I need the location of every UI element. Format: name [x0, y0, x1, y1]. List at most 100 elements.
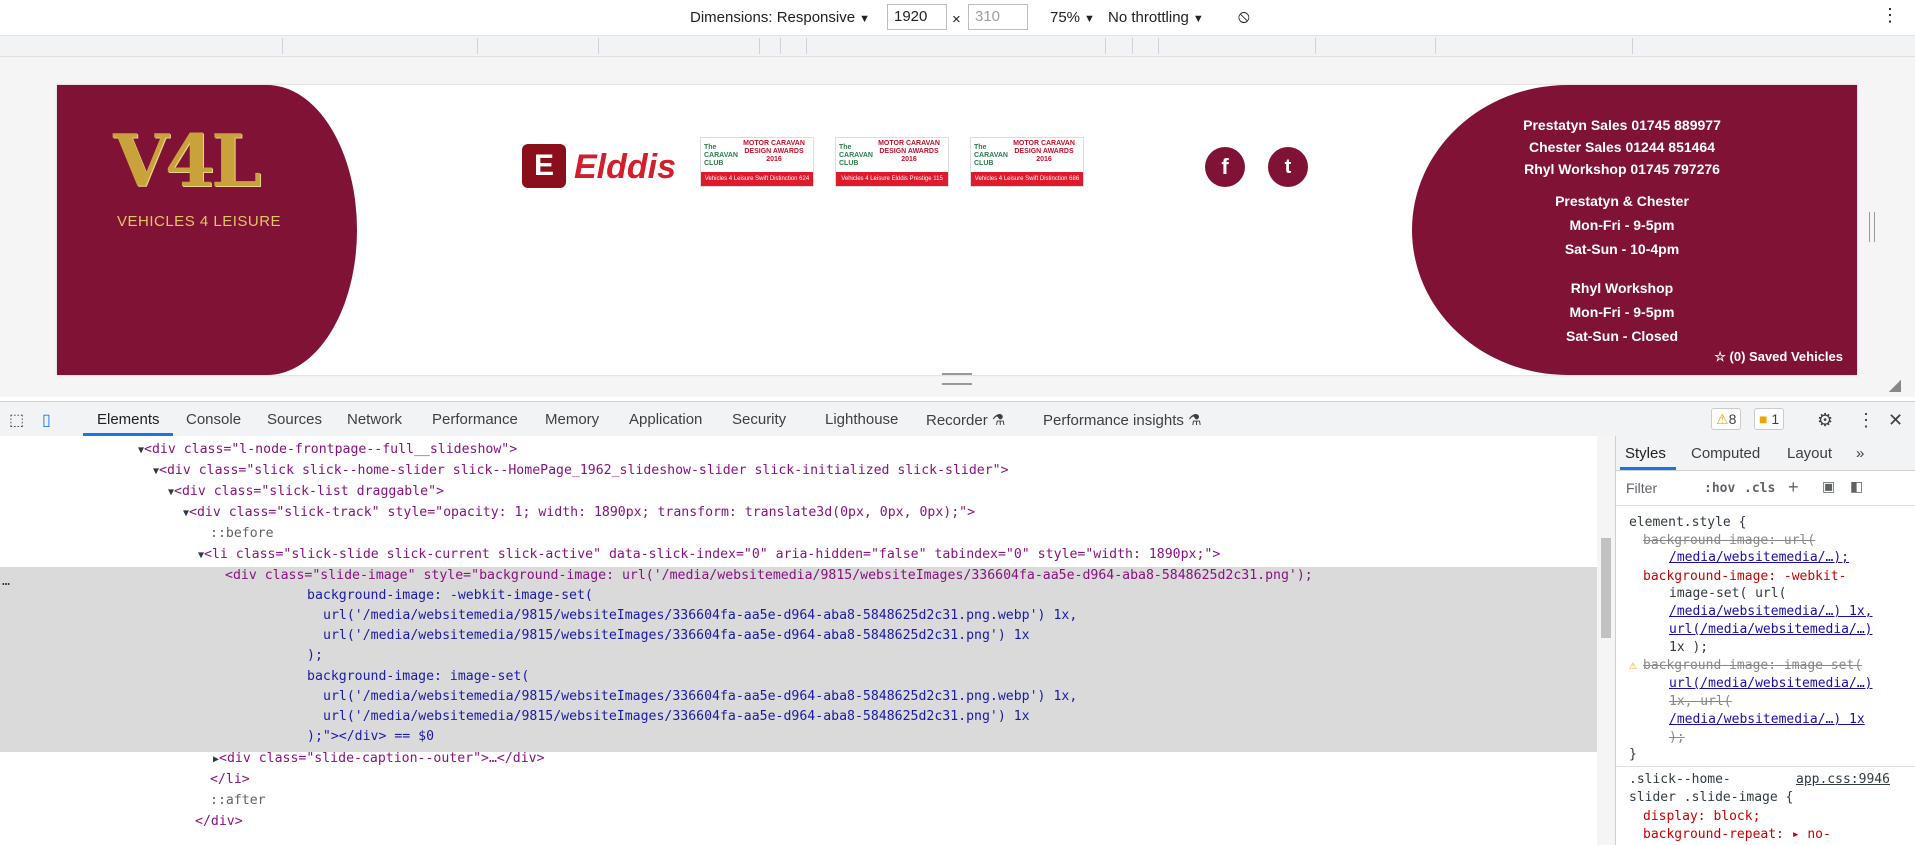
zoom-label: 75% — [1050, 9, 1081, 26]
tab-memory[interactable]: Memory — [545, 411, 599, 428]
facebook-icon[interactable]: f — [1205, 147, 1245, 187]
style-prop[interactable]: background-image: -webkit- — [1643, 568, 1847, 586]
style-rules: element.style { background-image: url( /… — [1616, 506, 1915, 845]
more-options-icon[interactable]: ⋮ — [1881, 6, 1899, 24]
award-club: The CARAVAN CLUB — [974, 144, 1008, 167]
tab-network[interactable]: Network — [347, 411, 402, 428]
dom-node-close[interactable]: </li> — [210, 770, 250, 790]
dom-node[interactable]: ▼<div class="slick-track" style="opacity… — [183, 503, 975, 524]
dom-node[interactable]: ▼<div class="l-node-frontpage--full__sli… — [138, 440, 517, 461]
corner-resize-icon[interactable]: ◢ — [1889, 375, 1901, 395]
source-link[interactable]: app.css:9946 — [1796, 771, 1890, 789]
devtools-tabbar: ⬚ ▯ Elements Console Sources Network Per… — [0, 401, 1915, 437]
hours-line: Mon-Fri - 9-5pm — [1569, 304, 1675, 320]
close-icon[interactable]: ✕ — [1888, 410, 1903, 431]
ellipsis-icon[interactable]: … — [2, 572, 10, 592]
style-value: image-set( url( — [1669, 586, 1787, 601]
dom-node[interactable]: ▶<div class="slide-caption--outer">…</di… — [213, 749, 545, 770]
styles-tabbar: Styles Computed Layout » — [1616, 436, 1915, 471]
issues-badge[interactable]: ■ 1 — [1754, 408, 1785, 430]
viewport-resize-handle[interactable] — [1869, 212, 1875, 242]
style-link[interactable]: /media/websitemedia/…) 1x, — [1669, 603, 1873, 621]
media-query-ruler[interactable] — [0, 36, 1915, 57]
contact-info: Prestatyn Sales 01745 889977 Chester Sal… — [1412, 85, 1857, 375]
paint-icon[interactable]: ▣ — [1822, 478, 1835, 495]
tab-recorder[interactable]: Recorder ⚗ — [926, 411, 1005, 429]
award-club: The CARAVAN CLUB — [704, 144, 738, 167]
dimensions-dropdown[interactable]: Dimensions: Responsive ▼ — [690, 9, 870, 26]
bottom-resize-handle[interactable] — [942, 373, 972, 385]
dom-node-text: <div class="slick slick--home-slider sli… — [159, 463, 1009, 478]
twitter-icon[interactable]: t — [1268, 147, 1308, 187]
saved-vehicles-label: (0) Saved Vehicles — [1729, 349, 1843, 364]
chevron-down-icon: ▼ — [1192, 13, 1204, 25]
dom-node-text: <div class="slick-list draggable"> — [174, 484, 444, 499]
device-viewport: V4L VEHICLES 4 LEISURE E Elddis The CARA… — [0, 57, 1915, 397]
logo-tagline: VEHICLES 4 LEISURE — [117, 213, 282, 230]
tab-layout[interactable]: Layout — [1787, 445, 1832, 462]
contact-line: Prestatyn Sales 01745 889977 — [1523, 117, 1721, 133]
v4l-logo[interactable]: V4L — [113, 125, 262, 197]
hours-line: Sat-Sun - 10-4pm — [1564, 241, 1680, 257]
elddis-wordmark: Elddis — [574, 148, 677, 186]
tab-elements[interactable]: Elements — [97, 411, 160, 428]
dom-node-close[interactable]: </div> — [195, 812, 243, 832]
filter-input[interactable]: Filter — [1626, 480, 1657, 496]
tab-application[interactable]: Application — [629, 411, 702, 428]
dom-node[interactable]: ▼<div class="slick-list draggable"> — [168, 482, 444, 503]
gear-icon[interactable]: ⚙ — [1817, 410, 1833, 431]
style-prop[interactable]: background-repeat: ▸ no- — [1643, 826, 1831, 844]
style-link[interactable]: url(/media/websitemedia/…) — [1669, 621, 1873, 639]
style-link[interactable]: url(/media/websitemedia/…) — [1669, 675, 1873, 693]
throttling-dropdown[interactable]: No throttling ▼ — [1108, 9, 1204, 26]
elements-scrollbar[interactable] — [1597, 436, 1615, 845]
width-input[interactable]: 1920 — [887, 4, 947, 30]
throttling-label: No throttling — [1108, 9, 1189, 26]
style-prop[interactable]: background-image: url( — [1643, 532, 1815, 550]
hours-line: Mon-Fri - 9-5pm — [1569, 217, 1675, 233]
pseudo-before[interactable]: ::before — [210, 524, 274, 544]
toggle-sidebar-icon[interactable]: ◧ — [1850, 478, 1863, 495]
zoom-dropdown[interactable]: 75% ▼ — [1050, 9, 1095, 26]
award-bar: Vehicles 4 Leisure Elddis Prestige 115 — [836, 172, 948, 186]
award-club: The CARAVAN CLUB — [839, 144, 873, 167]
device-toggle-icon[interactable]: ▯ — [42, 410, 51, 430]
tab-performance[interactable]: Performance — [432, 411, 518, 428]
tab-styles[interactable]: Styles — [1625, 445, 1666, 462]
flask-icon: ⚗ — [1188, 412, 1202, 429]
elddis-logo[interactable]: E Elddis — [522, 140, 692, 190]
height-input[interactable]: 310 — [968, 4, 1028, 30]
style-prop[interactable]: display: block; — [1643, 808, 1760, 826]
pseudo-after[interactable]: ::after — [210, 791, 266, 811]
tab-security[interactable]: Security — [732, 411, 786, 428]
style-prop[interactable]: background-image: image-set( — [1643, 657, 1862, 675]
selected-dom-node[interactable]: <div class="slide-image" style="backgrou… — [225, 566, 1313, 586]
style-link[interactable]: /media/websitemedia/…) 1x — [1669, 711, 1865, 729]
dom-node[interactable]: ▼<li class="slick-slide slick-current sl… — [198, 545, 1220, 566]
tab-lighthouse[interactable]: Lighthouse — [825, 411, 898, 428]
rule-close: } — [1629, 747, 1637, 762]
dimensions-label: Dimensions: Responsive — [690, 9, 856, 26]
rotate-icon[interactable]: ⦸ — [1238, 6, 1250, 27]
tab-computed[interactable]: Computed — [1691, 445, 1760, 462]
tab-performance-insights[interactable]: Performance insights ⚗ — [1043, 411, 1202, 429]
warning-icon: ⚠ — [1629, 658, 1637, 673]
dom-node[interactable]: ▼<div class="slick slick--home-slider sl… — [153, 461, 1009, 482]
hov-button[interactable]: :hov — [1704, 481, 1735, 496]
inspect-element-icon[interactable]: ⬚ — [9, 410, 24, 430]
saved-vehicles-link[interactable]: ☆ (0) Saved Vehicles — [1714, 349, 1843, 365]
hours-line: Sat-Sun - Closed — [1565, 328, 1678, 344]
more-options-icon[interactable]: ⋮ — [1857, 410, 1875, 431]
tab-sources[interactable]: Sources — [267, 411, 322, 428]
style-link[interactable]: /media/websitemedia/…); — [1669, 549, 1849, 567]
add-rule-icon[interactable]: + — [1788, 477, 1799, 498]
warnings-badge[interactable]: ⚠8 — [1711, 408, 1742, 430]
more-tabs-icon[interactable]: » — [1856, 445, 1864, 462]
dom-node-text: <li class="slick-slide slick-current sli… — [204, 547, 1221, 562]
scroll-thumb[interactable] — [1601, 538, 1611, 638]
cls-button[interactable]: .cls — [1744, 481, 1775, 496]
dom-node-text: <div class="slide-caption--outer">…</div… — [219, 751, 545, 766]
elements-tree[interactable]: … ▼<div class="l-node-frontpage--full__s… — [0, 436, 1597, 845]
tab-console[interactable]: Console — [186, 411, 241, 428]
style-value: 1x ); — [1669, 640, 1709, 655]
